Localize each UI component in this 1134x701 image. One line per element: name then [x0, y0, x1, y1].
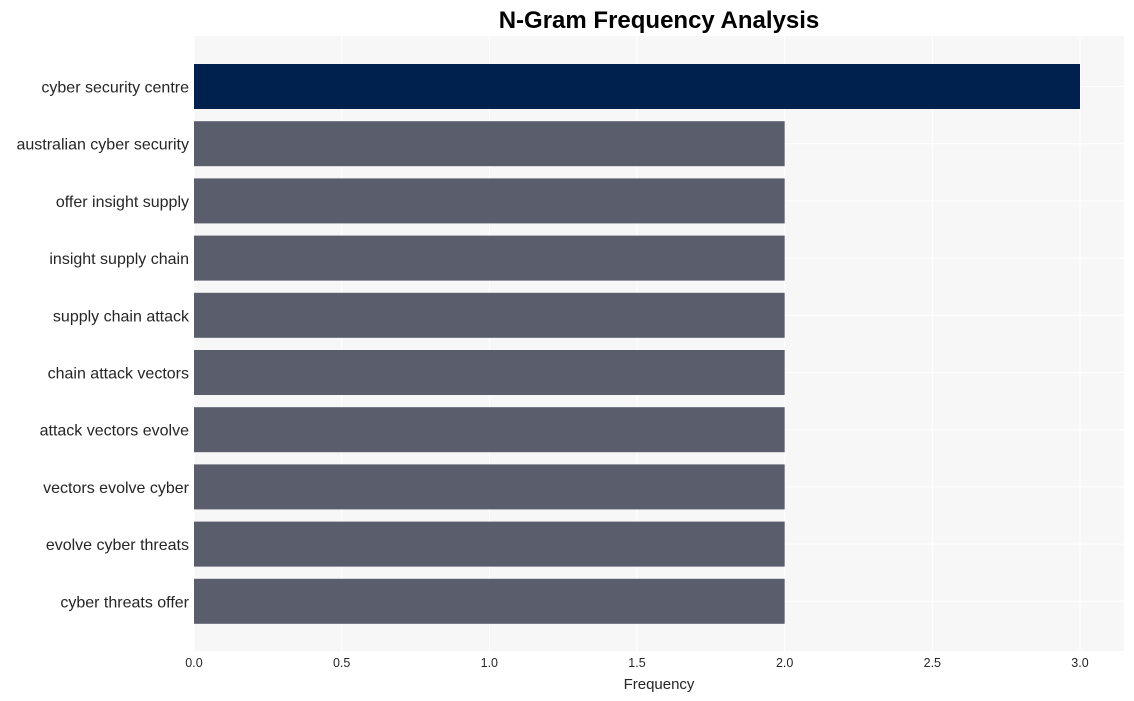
bar-vectors-evolve-cyber — [194, 464, 785, 510]
x-tick-label: 0.0 — [185, 656, 202, 670]
bar-cyber-threats-offer — [194, 578, 785, 624]
y-tick-labels: cyber security centre australian cyber se… — [16, 80, 190, 612]
x-tick-label: 0.5 — [333, 656, 350, 670]
chart-title: N-Gram Frequency Analysis — [499, 7, 820, 34]
x-tick-label: 2.5 — [924, 656, 941, 670]
bar-insight-supply-chain — [194, 235, 785, 281]
x-tick-label: 1.5 — [628, 656, 645, 670]
x-axis-label: Frequency — [624, 676, 695, 693]
y-tick-label: vectors evolve cyber — [43, 480, 190, 497]
y-tick-label: evolve cyber threats — [46, 537, 189, 554]
y-tick-label: supply chain attack — [53, 308, 190, 325]
x-tick-label: 1.0 — [481, 656, 498, 670]
y-tick-label: insight supply chain — [49, 251, 189, 268]
bar-offer-insight-supply — [194, 178, 785, 224]
y-tick-label: offer insight supply — [56, 194, 189, 211]
y-tick-label: attack vectors evolve — [40, 423, 190, 440]
bar-attack-vectors-evolve — [194, 407, 785, 453]
x-tick-label: 3.0 — [1071, 656, 1088, 670]
x-tick-label: 2.0 — [776, 656, 793, 670]
y-tick-label: cyber threats offer — [60, 594, 189, 611]
chart: cyber security centre australian cyber se… — [16, 7, 1124, 693]
bar-australian-cyber-security — [194, 121, 785, 167]
bar-supply-chain-attack — [194, 292, 785, 338]
y-tick-label: australian cyber security — [16, 137, 189, 154]
bar-chain-attack-vectors — [194, 350, 785, 395]
x-tick-labels: 0.0 0.5 1.0 1.5 2.0 2.5 3.0 — [185, 656, 1088, 670]
bar-evolve-cyber-threats — [194, 521, 785, 567]
y-tick-label: cyber security centre — [41, 80, 189, 97]
bar-cyber-security-centre — [194, 64, 1080, 109]
y-tick-label: chain attack vectors — [48, 366, 189, 383]
